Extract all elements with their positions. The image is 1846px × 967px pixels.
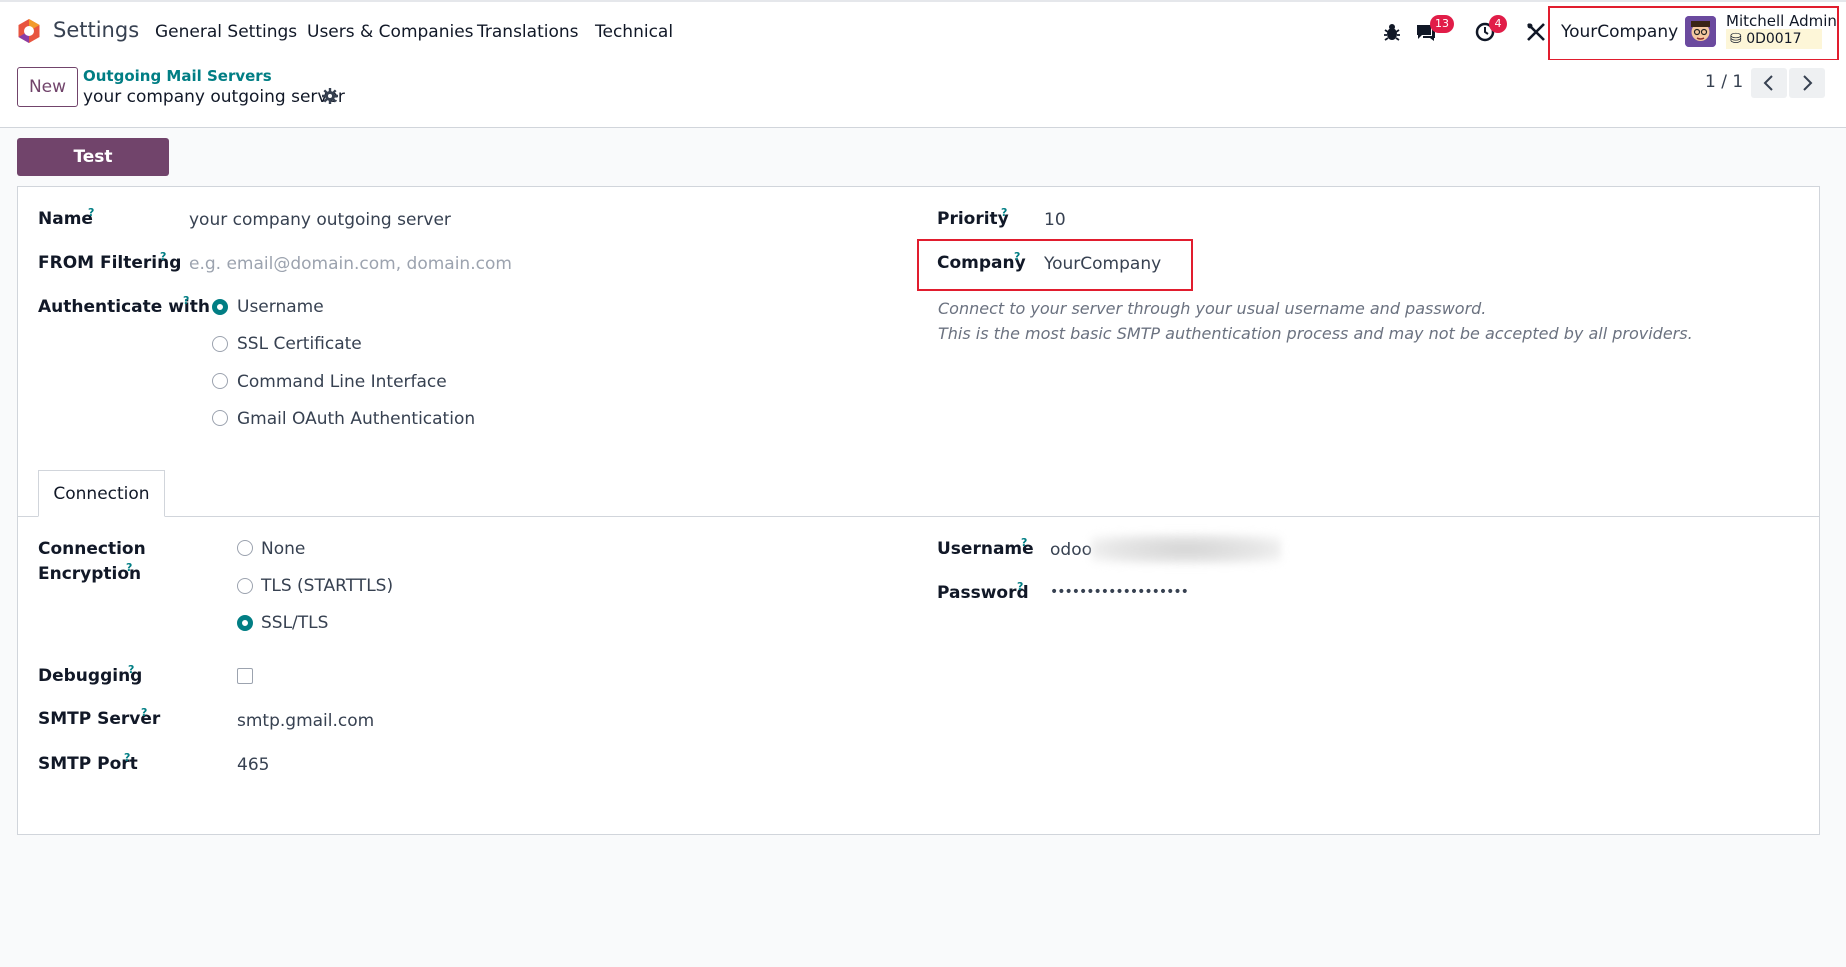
menu-users-companies[interactable]: Users & Companies (307, 22, 474, 42)
authenticate-help-mark[interactable]: ? (183, 294, 189, 307)
test-connection-button[interactable]: Test Connection (17, 138, 169, 205)
auth-option-cli[interactable]: Command Line Interface (237, 372, 447, 392)
menu-general-settings[interactable]: General Settings (155, 22, 297, 42)
debugging-label: Debugging (38, 666, 143, 686)
auth-help-text: Connect to your server through your usua… (938, 296, 1693, 346)
username-help-mark[interactable]: ? (1021, 536, 1027, 549)
password-label: Password (937, 583, 1029, 603)
name-field[interactable]: your company outgoing server (189, 210, 451, 230)
auth-option-gmail-oauth[interactable]: Gmail OAuth Authentication (237, 409, 475, 429)
auth-radio-ssl-certificate[interactable] (212, 336, 228, 352)
password-field[interactable]: ••••••••••••••••••• (1050, 584, 1189, 600)
auth-help-line-1: Connect to your server through your usua… (938, 299, 1487, 318)
breadcrumb-parent-link[interactable]: Outgoing Mail Servers (83, 67, 272, 85)
auth-option-ssl-certificate[interactable]: SSL Certificate (237, 334, 362, 354)
debugging-help-mark[interactable]: ? (128, 663, 134, 676)
top-navbar: Settings General Settings Users & Compan… (0, 0, 1846, 61)
odoo-logo-icon[interactable] (16, 18, 42, 44)
smtp-port-field[interactable]: 465 (237, 755, 269, 775)
smtp-server-field[interactable]: smtp.gmail.com (237, 711, 374, 731)
smtp-port-label: SMTP Port (38, 754, 138, 774)
priority-field[interactable]: 10 (1044, 210, 1066, 230)
new-button[interactable]: New (17, 67, 78, 107)
username-redaction-blur (1091, 534, 1281, 564)
from-filtering-input[interactable]: e.g. email@domain.com, domain.com (189, 254, 512, 274)
from-filtering-help-mark[interactable]: ? (160, 250, 166, 263)
auth-help-line-2: This is the most basic SMTP authenticati… (938, 324, 1693, 343)
gear-icon[interactable] (322, 88, 338, 104)
auth-option-username[interactable]: Username (237, 297, 324, 317)
debugging-checkbox[interactable] (237, 668, 253, 684)
encryption-option-ssl[interactable]: SSL/TLS (261, 613, 328, 633)
connection-encryption-label-line1: Connection (38, 539, 146, 559)
encryption-help-mark[interactable]: ? (126, 561, 132, 574)
encryption-radio-tls[interactable] (237, 578, 253, 594)
name-label: Name (38, 209, 93, 229)
priority-help-mark[interactable]: ? (1001, 206, 1007, 219)
debug-bug-icon[interactable] (1380, 20, 1404, 44)
highlight-company-field (917, 239, 1193, 291)
tab-connection[interactable]: Connection (38, 470, 165, 517)
activities-badge: 4 (1489, 15, 1507, 33)
auth-radio-gmail-oauth[interactable] (212, 410, 228, 426)
tab-divider (17, 516, 1820, 517)
encryption-radio-ssl[interactable] (237, 615, 253, 631)
pager-previous-button[interactable] (1751, 68, 1787, 98)
messages-badge: 13 (1430, 15, 1454, 33)
menu-technical[interactable]: Technical (595, 22, 673, 42)
pager-next-button[interactable] (1789, 68, 1825, 98)
priority-label: Priority (937, 209, 1009, 229)
username-field[interactable]: odoo (1050, 540, 1092, 560)
smtp-server-help-mark[interactable]: ? (141, 706, 147, 719)
pager-value[interactable]: 1 / 1 (1705, 72, 1743, 92)
auth-radio-cli[interactable] (212, 373, 228, 389)
password-help-mark[interactable]: ? (1017, 580, 1023, 593)
chevron-left-icon (1763, 75, 1773, 91)
encryption-radio-none[interactable] (237, 540, 253, 556)
breadcrumb-current: your company outgoing server (83, 87, 345, 107)
encryption-option-tls[interactable]: TLS (STARTTLS) (261, 576, 393, 596)
tools-icon[interactable] (1524, 20, 1548, 44)
highlight-company-user (1548, 6, 1839, 61)
auth-radio-username[interactable] (212, 299, 228, 315)
name-help-mark[interactable]: ? (88, 206, 94, 219)
username-label: Username (937, 539, 1034, 559)
chevron-right-icon (1803, 75, 1813, 91)
app-title[interactable]: Settings (53, 18, 139, 42)
menu-translations[interactable]: Translations (477, 22, 579, 42)
encryption-option-none[interactable]: None (261, 539, 305, 559)
smtp-port-help-mark[interactable]: ? (124, 751, 130, 764)
